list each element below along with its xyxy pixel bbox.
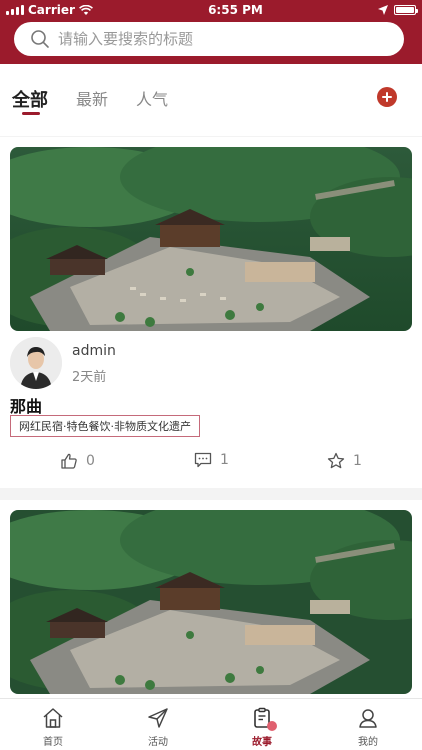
nav-home-label: 首页 (43, 737, 63, 748)
user-avatar-image (10, 337, 62, 389)
bottom-navigation: 首页 活动 故事 我的 (0, 698, 422, 750)
nav-stories-label: 故事 (252, 737, 272, 748)
plus-icon (382, 92, 392, 102)
comment-count: 1 (220, 452, 229, 468)
post-time: 2天前 (72, 370, 107, 385)
post-title[interactable]: 那曲 (10, 393, 42, 417)
search-input[interactable] (58, 30, 378, 48)
battery-icon (394, 5, 418, 15)
category-tabs: 全部 最新 人气 (0, 64, 422, 136)
tab-latest[interactable]: 最新 (76, 86, 108, 110)
story-card[interactable] (0, 500, 422, 698)
post-tag: 网红民宿·特色餐饮·非物质文化遗产 (10, 415, 200, 437)
search-icon (31, 30, 49, 48)
avatar[interactable] (10, 337, 62, 389)
nav-profile[interactable]: 我的 (338, 699, 398, 750)
tab-popular[interactable]: 人气 (136, 86, 168, 110)
carrier-label: Carrier (28, 3, 75, 17)
author-name[interactable]: admin (72, 343, 116, 359)
status-bar: Carrier 6:55 PM (0, 0, 422, 20)
thumbs-up-icon (61, 453, 77, 469)
comment-icon (194, 452, 212, 468)
signal-icon (6, 5, 24, 15)
scenic-aerial-image (10, 510, 412, 694)
story-card[interactable]: admin 2天前 那曲 网红民宿·特色餐饮·非物质文化遗产 0 1 1 (0, 137, 422, 488)
notification-dot (267, 721, 277, 731)
home-icon (43, 708, 63, 728)
wifi-icon (78, 4, 93, 15)
story-image[interactable] (10, 147, 412, 331)
nav-activity[interactable]: 活动 (128, 699, 188, 750)
nav-activity-label: 活动 (148, 737, 168, 748)
favorite-count: 1 (353, 453, 362, 469)
like-button[interactable]: 0 (60, 452, 95, 470)
star-icon (327, 452, 345, 469)
add-post-button[interactable] (377, 87, 397, 107)
like-count: 0 (86, 453, 95, 469)
send-icon (148, 708, 168, 728)
nav-home[interactable]: 首页 (23, 699, 83, 750)
nav-stories[interactable]: 故事 (232, 699, 292, 750)
active-tab-indicator (22, 112, 40, 115)
story-image[interactable] (10, 510, 412, 694)
scenic-aerial-image (10, 147, 412, 331)
tab-all[interactable]: 全部 (12, 86, 48, 112)
favorite-button[interactable]: 1 (327, 452, 362, 470)
comment-button[interactable]: 1 (194, 452, 229, 468)
user-icon (359, 709, 377, 728)
clock: 6:55 PM (208, 3, 263, 17)
location-icon (378, 5, 388, 15)
nav-profile-label: 我的 (358, 737, 378, 748)
search-bar[interactable] (14, 22, 404, 56)
